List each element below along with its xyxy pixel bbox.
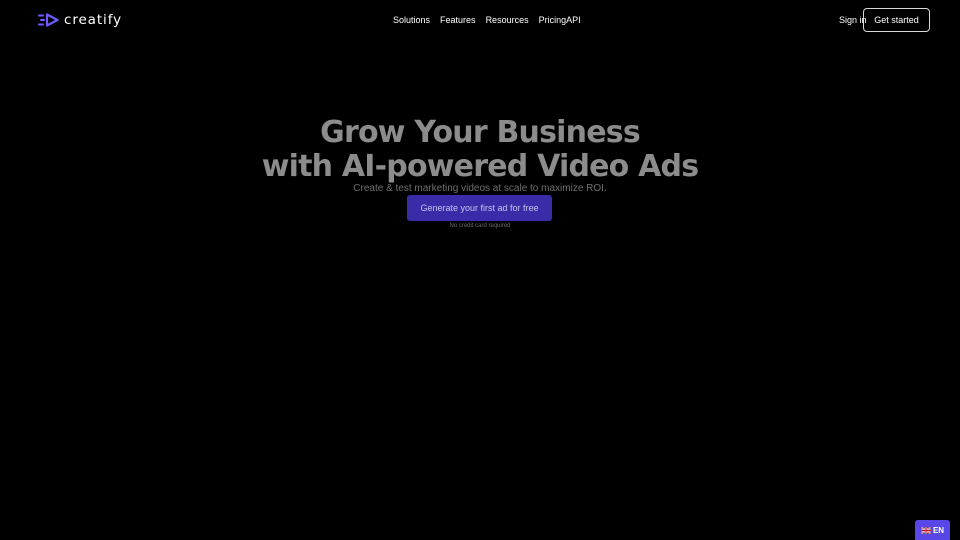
get-started-button[interactable]: Get started [863,8,930,32]
no-credit-card-note: No credit card required [449,223,511,229]
hero-title: Grow Your Business with AI-powered Video… [0,116,960,184]
uk-flag-icon [920,526,931,534]
generate-ad-button[interactable]: Generate your first ad for free [407,195,552,221]
language-code: EN [932,525,945,535]
hero-title-line-1: Grow Your Business [320,115,641,150]
page: creatify Solutions Features Resources Pr… [0,0,960,540]
nav-resources[interactable]: Resources [486,13,529,27]
logo-text: creatify [64,12,123,28]
main-nav: Solutions Features Resources Pricing API [393,13,581,27]
language-selector[interactable]: EN [915,520,950,540]
hero-title-line-2: with AI-powered Video Ads [261,149,699,184]
nav-api[interactable]: API [566,13,581,27]
hero-subtitle: Create & test marketing videos at scale … [353,183,607,194]
site-header: creatify Solutions Features Resources Pr… [0,0,960,40]
nav-pricing[interactable]: Pricing [539,13,567,27]
creatify-logo-icon [38,13,59,27]
creatify-logo[interactable]: creatify [38,11,122,29]
nav-features[interactable]: Features [440,13,476,27]
nav-solutions[interactable]: Solutions [393,13,430,27]
